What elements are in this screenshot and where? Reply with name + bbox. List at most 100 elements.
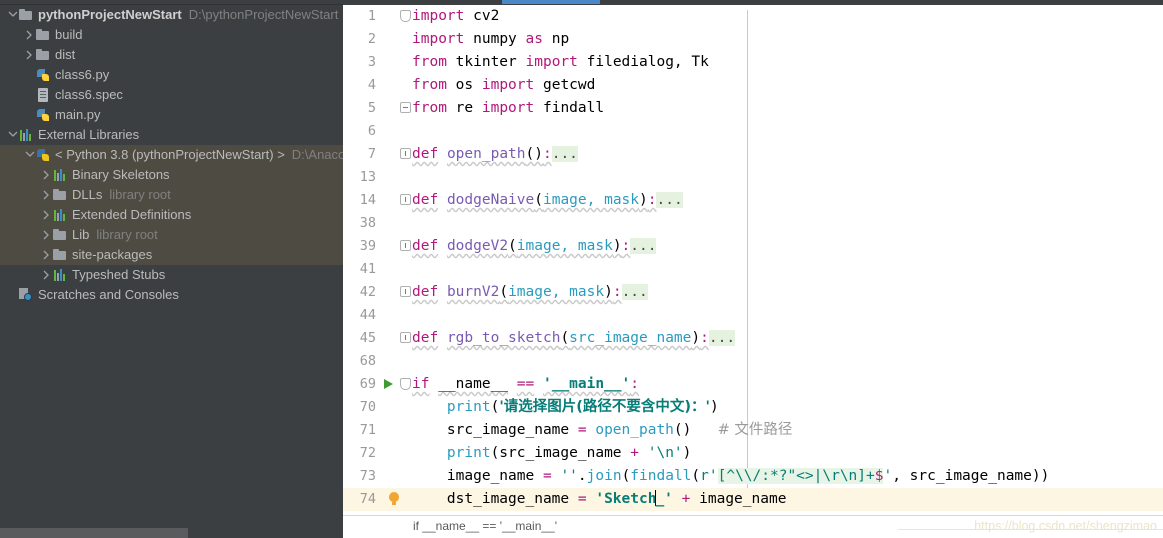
tree-item-typeshed-stubs[interactable]: Typeshed Stubs [0,265,343,285]
code-line[interactable]: 6 [343,120,1163,143]
fold-expand-icon[interactable] [400,332,411,343]
gutter-markers[interactable] [376,212,412,235]
fold-expand-icon[interactable] [400,194,411,205]
chevron-right-icon[interactable] [23,45,35,65]
watermark-text: https://blog.csdn.net/shengzimao [974,519,1157,533]
tree-item-scratches-and-consoles[interactable]: Scratches and Consoles [0,285,343,305]
code-line[interactable]: 69if __name__ == '__main__': [343,373,1163,396]
line-number: 1 [343,5,376,28]
gutter-markers[interactable] [376,74,412,97]
gutter-markers[interactable] [376,258,412,281]
tree-item-label: External Libraries [38,125,139,145]
fold-expand-icon[interactable] [400,148,411,159]
code-text: def open_path():... [412,143,578,166]
gutter-markers[interactable] [376,51,412,74]
chevron-right-icon[interactable] [40,225,52,245]
tree-item-lib[interactable]: Liblibrary root [0,225,343,245]
tree-item-external-libraries[interactable]: External Libraries [0,125,343,145]
code-line[interactable]: 42def burnV2(image, mask):... [343,281,1163,304]
fold-collapse-icon[interactable] [400,102,411,113]
gutter-markers[interactable] [376,166,412,189]
spec-file-icon [35,87,51,103]
chevron-right-icon[interactable] [40,185,52,205]
code-text: from os import getcwd [412,74,595,97]
gutter-markers[interactable] [376,28,412,51]
code-line[interactable]: 74 dst_image_name = 'Sketch_' + image_na… [343,488,1163,511]
gutter-markers[interactable] [376,350,412,373]
tree-item-sublabel: D:\pythonProjectNewStart [189,5,339,25]
chevron-right-icon[interactable] [40,265,52,285]
lightbulb-icon[interactable] [389,492,399,502]
tree-item-site-packages[interactable]: site-packages [0,245,343,265]
breadcrumb[interactable]: if __name__ == '__main__' [413,519,557,533]
sidebar-horizontal-scrollbar[interactable] [0,528,343,538]
tree-item-class6-spec[interactable]: class6.spec [0,85,343,105]
code-line[interactable]: 73 image_name = ''.join(findall(r'[^\\/:… [343,465,1163,488]
fold-collapse-icon[interactable] [400,10,411,22]
chevron-right-icon[interactable] [40,205,52,225]
tree-item-main-py[interactable]: main.py [0,105,343,125]
chevron-down-icon[interactable] [6,5,18,25]
code-line[interactable]: 2import numpy as np [343,28,1163,51]
chevron-right-icon[interactable] [40,165,52,185]
code-line[interactable]: 1import cv2 [343,5,1163,28]
gutter-markers[interactable] [376,488,412,511]
gutter-markers[interactable] [376,465,412,488]
line-number: 3 [343,51,376,74]
tree-item-extended-definitions[interactable]: Extended Definitions [0,205,343,225]
tree-item-binary-skeletons[interactable]: Binary Skeletons [0,165,343,185]
code-text: import numpy as np [412,28,569,51]
code-text: from tkinter import filedialog, Tk [412,51,709,74]
code-line[interactable]: 4from os import getcwd [343,74,1163,97]
chevron-right-icon[interactable] [40,245,52,265]
fold-expand-icon[interactable] [400,286,411,297]
code-line[interactable]: 68 [343,350,1163,373]
project-tree[interactable]: pythonProjectNewStartD:\pythonProjectNew… [0,5,343,525]
gutter-markers[interactable] [376,419,412,442]
run-arrow-icon[interactable] [384,379,393,389]
code-line[interactable]: 44 [343,304,1163,327]
tree-item-pythonprojectnewstart[interactable]: pythonProjectNewStartD:\pythonProjectNew… [0,5,343,25]
tree-item-label: < Python 3.8 (pythonProjectNewStart) > [55,145,285,165]
chevron-right-icon[interactable] [23,25,35,45]
gutter-markers[interactable] [376,396,412,419]
fold-collapse-icon[interactable] [400,378,411,390]
code-lines-container[interactable]: 1import cv22import numpy as np3 from tkin… [343,5,1163,515]
code-line[interactable]: 13 [343,166,1163,189]
gutter-markers[interactable] [376,120,412,143]
code-line[interactable]: 45def rgb_to_sketch(src_image_name):... [343,327,1163,350]
tree-item-dist[interactable]: dist [0,45,343,65]
code-line[interactable]: 39def dodgeV2(image, mask):... [343,235,1163,258]
libraries-icon [52,167,68,183]
code-line[interactable]: 14 def dodgeNaive(image, mask):... [343,189,1163,212]
chevron-down-icon[interactable] [6,125,18,145]
tree-item-dlls[interactable]: DLLslibrary root [0,185,343,205]
tree-item-class6-py[interactable]: class6.py [0,65,343,85]
tree-item-label: dist [55,45,75,65]
line-number: 14 [343,189,376,212]
code-text: print(src_image_name + '\n') [412,442,691,465]
tree-item-label: site-packages [72,245,152,265]
chevron-down-icon[interactable] [23,145,35,165]
gutter-markers[interactable] [376,304,412,327]
code-line[interactable]: 5from re import findall [343,97,1163,120]
code-line[interactable]: 3 from tkinter import filedialog, Tk [343,51,1163,74]
code-line[interactable]: 71 src_image_name = open_path() # 文件路径 [343,419,1163,442]
line-number: 42 [343,281,376,304]
line-number: 6 [343,120,376,143]
code-line[interactable]: 72 print(src_image_name + '\n') [343,442,1163,465]
line-number: 45 [343,327,376,350]
tree-item-python-3-8-pythonprojectnewstart[interactable]: < Python 3.8 (pythonProjectNewStart) >D:… [0,145,343,165]
code-line[interactable]: 38 [343,212,1163,235]
line-number: 68 [343,350,376,373]
fold-expand-icon[interactable] [400,240,411,251]
code-text: def dodgeNaive(image, mask):... [412,189,683,212]
tree-item-build[interactable]: build [0,25,343,45]
code-line[interactable]: 41 [343,258,1163,281]
code-line[interactable]: 7def open_path():... [343,143,1163,166]
code-line[interactable]: 70 print('请选择图片(路径不要含中文)：') [343,396,1163,419]
sidebar-scrollbar-thumb[interactable] [0,528,188,538]
folder-icon [18,7,34,23]
gutter-markers[interactable] [376,442,412,465]
tree-item-label: Scratches and Consoles [38,285,179,305]
